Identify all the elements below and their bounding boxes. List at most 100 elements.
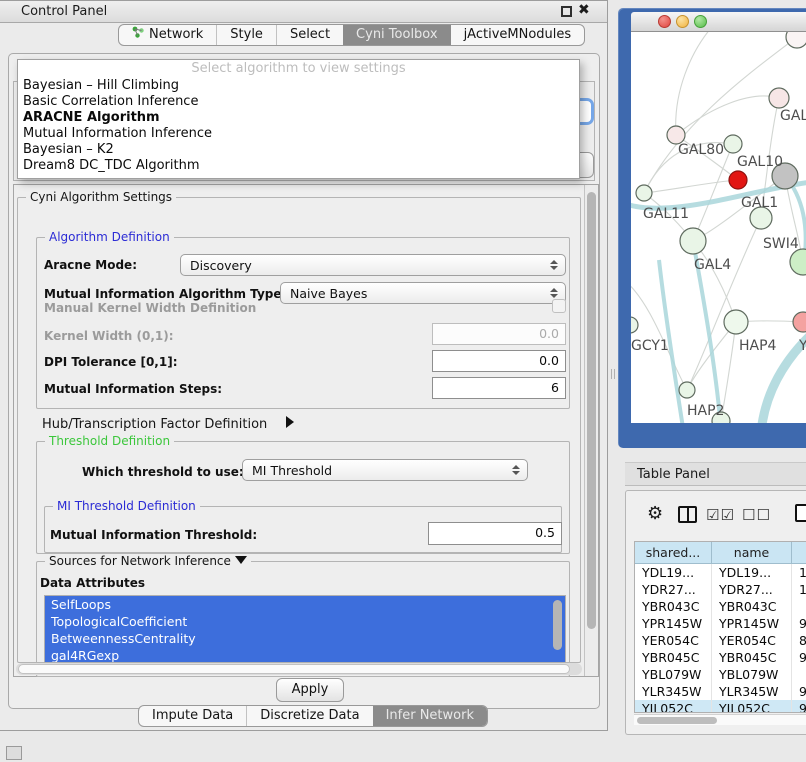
settings-gear-icon[interactable]: ⚙ [647,503,663,524]
kernel-width-field[interactable]: 0.0 [432,323,566,345]
deselect-all-icon[interactable]: ☐☐ [742,506,771,524]
network-node[interactable] [786,32,806,48]
mi-threshold-field[interactable]: 0.5 [428,522,562,545]
hub-section-label[interactable]: Hub/Transcription Factor Definition [42,417,267,432]
network-node-hap4[interactable] [724,310,748,334]
table-column-header[interactable]: A [792,542,806,564]
zoom-traffic-light-icon[interactable] [694,15,707,28]
table-panel-body: ⚙ ☑☑ ☐☐ shared...nameA YDL19...YDL19...1… [625,490,806,735]
column-selector-icon[interactable] [678,506,697,523]
network-node[interactable] [790,249,806,275]
table-column-header[interactable]: shared... [635,542,712,564]
close-traffic-light-icon[interactable] [658,15,671,28]
control-panel-window: Control Panel ✖ NetworkStyleSelectCyni T… [0,0,608,731]
table-row[interactable]: YLR345WYLR345W9. [635,683,806,700]
scrollbar-thumb[interactable] [637,717,717,724]
minimize-traffic-light-icon[interactable] [676,15,689,28]
network-node-gal11[interactable] [636,185,652,201]
table-row[interactable]: YDL19...YDL19...13 [635,564,806,581]
network-view-window[interactable]: GALGAL80GAL10GAL1SWI4GAL11GAL4GCY1HAP4YH… [618,8,806,448]
table-cell: 9 [792,700,806,713]
minimized-panel-button[interactable] [6,746,22,760]
network-node-gal1[interactable] [729,171,747,189]
table-cell: YDL19... [635,564,712,581]
algorithm-option[interactable]: Bayesian – K2 [18,142,579,158]
which-threshold-combobox[interactable]: MI Threshold [242,459,528,481]
network-node-y[interactable] [793,312,806,332]
mi-steps-label: Mutual Information Steps: [44,382,222,396]
tab-infer-network[interactable]: Infer Network [373,706,487,726]
table-row[interactable]: YIL052CYIL052C9 [635,700,806,713]
mi-type-combobox[interactable]: Naive Bayes [280,282,566,304]
attribute-list-item[interactable]: BetweennessCentrality [45,630,565,647]
tab-label: Network [149,25,203,45]
tab-discretize-data[interactable]: Discretize Data [246,706,372,726]
dpi-tolerance-field[interactable]: 0.0 [432,350,566,372]
scrollbar-thumb[interactable] [587,192,596,629]
table-row[interactable]: YER054CYER054C8. [635,632,806,649]
tab-impute-data[interactable]: Impute Data [139,706,246,726]
table-cell: 8. [792,632,806,649]
data-attributes-list[interactable]: SelfLoopsTopologicalCoefficientBetweenne… [44,595,566,663]
app-screen: Control Panel ✖ NetworkStyleSelectCyni T… [0,0,806,762]
export-table-icon[interactable] [795,504,806,522]
network-node-gal[interactable] [769,88,789,108]
tab-jactivemnodules[interactable]: jActiveMNodules [451,25,585,45]
algorithm-option[interactable]: Mutual Information Inference [18,126,579,142]
tab-label: Style [230,25,263,45]
manual-kernel-checkbox[interactable] [552,299,566,313]
table-row[interactable]: YDR27...YDR27...12 [635,581,806,598]
network-node-gal10[interactable] [724,135,742,153]
settings-vertical-scrollbar[interactable] [584,185,598,676]
table-cell: YDR27... [635,581,712,598]
node-attribute-table[interactable]: shared...nameA YDL19...YDL19...13YDR27..… [634,541,806,713]
algorithm-option[interactable]: ARACNE Algorithm [18,110,579,126]
mi-type-value: Naive Bayes [290,286,367,301]
attribute-list-item[interactable]: SelfLoops [45,596,565,613]
table-row[interactable]: YBL079WYBL079W [635,666,806,683]
table-column-header[interactable]: name [712,542,792,564]
algorithm-option[interactable]: Basic Correlation Inference [18,94,579,110]
tab-cyni-toolbox[interactable]: Cyni Toolbox [343,25,451,45]
node-label: Y [798,338,806,354]
network-node-gcy1[interactable] [631,317,638,333]
select-all-icon[interactable]: ☑☑ [706,506,735,524]
node-label: GCY1 [631,338,669,354]
attribute-list-item[interactable]: gal4RGexp [45,647,565,663]
table-cell: YIL052C [712,700,792,713]
threshold-definition-title: Threshold Definition [45,434,174,448]
float-window-icon[interactable] [561,6,572,17]
tab-select[interactable]: Select [276,25,343,45]
cyni-algorithm-settings-title: Cyni Algorithm Settings [26,190,176,204]
table-row[interactable]: YBR045CYBR045C9. [635,649,806,666]
table-row[interactable]: YBR043CYBR043C [635,598,806,615]
split-pane-divider[interactable] [611,369,615,379]
expanded-arrow-icon[interactable] [235,556,247,564]
attribute-list-item[interactable]: TopologicalCoefficient [45,613,565,630]
aracne-mode-label: Aracne Mode: [44,258,137,272]
table-horizontal-scrollbar[interactable] [634,714,806,725]
algorithm-option[interactable]: Bayesian – Hill Climbing [18,78,579,94]
node-label: GAL11 [643,206,689,222]
table-cell: YBR045C [712,649,792,666]
network-canvas[interactable]: GALGAL80GAL10GAL1SWI4GAL11GAL4GCY1HAP4YH… [631,32,806,423]
table-cell: YLR345W [712,683,792,700]
tab-style[interactable]: Style [216,25,276,45]
table-row[interactable]: YPR145WYPR145W9. [635,615,806,632]
apply-button[interactable]: Apply [276,678,344,702]
node-label: GAL10 [737,154,783,170]
aracne-mode-combobox[interactable]: Discovery [180,254,566,276]
network-node-gal4[interactable] [680,228,706,254]
settings-horizontal-scrollbar[interactable] [16,663,582,675]
algorithm-option[interactable]: Dream8 DC_TDC Algorithm [18,158,579,174]
mi-steps-field[interactable]: 6 [432,377,566,399]
table-cell: YBL079W [635,666,712,683]
which-threshold-label: Which threshold to use: [82,465,244,479]
tab-network[interactable]: Network [119,25,216,45]
network-node-hap2[interactable] [679,382,695,398]
scrollbar-thumb[interactable] [18,664,570,674]
collapsed-arrow-icon[interactable] [286,416,294,428]
tab-label: jActiveMNodules [464,25,572,45]
close-icon[interactable]: ✖ [578,2,590,18]
list-scrollbar-thumb[interactable] [553,600,562,650]
